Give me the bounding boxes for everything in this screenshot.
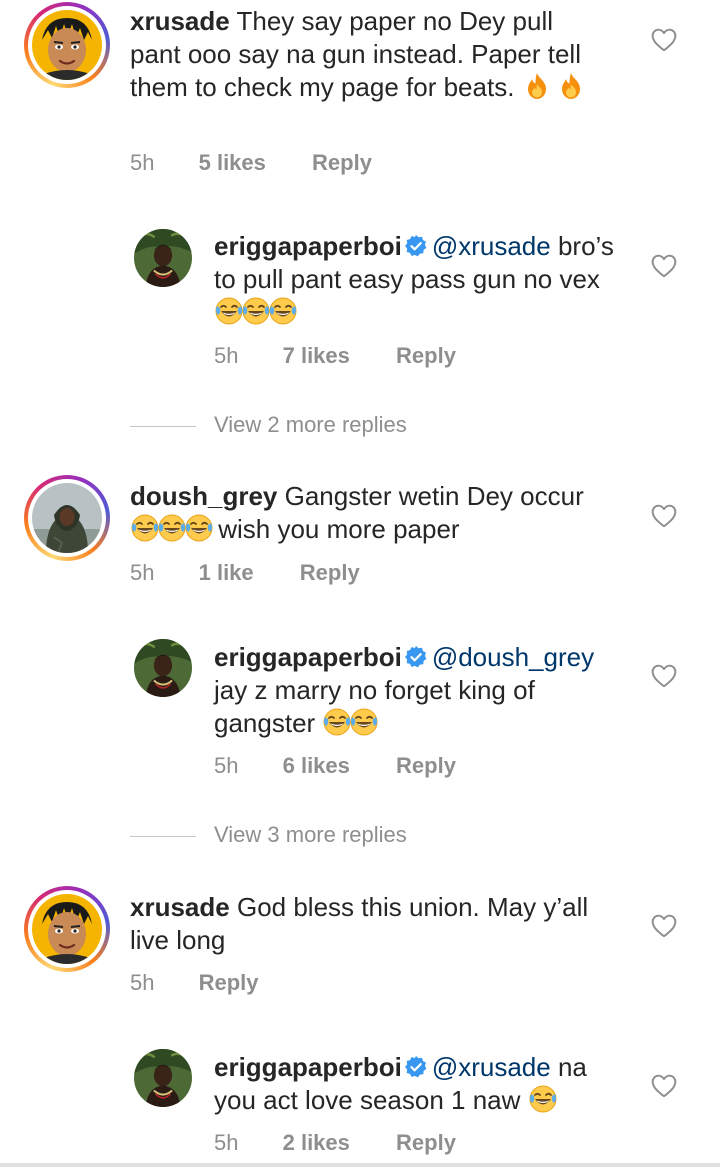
story-ring-avatar[interactable] [24, 886, 110, 972]
reply-time: 5h [214, 1130, 239, 1155]
comment-username[interactable]: xrusade [130, 892, 230, 922]
comment-item: xrusade God bless this union. May y’all … [0, 0, 720, 1163]
reply-username[interactable]: eriggapaperboi [214, 1052, 402, 1082]
tears-of-joy-emoji [528, 1084, 558, 1114]
heart-outline-icon[interactable] [651, 914, 677, 938]
comment-time: 5h [130, 970, 155, 995]
comment-meta: 5h Reply [130, 968, 259, 998]
reply-body: eriggapaperboi @xrusade na you act love s… [214, 1051, 624, 1117]
verified-badge-icon [404, 1055, 428, 1079]
reply-button[interactable]: Reply [199, 968, 259, 998]
heart-outline-icon[interactable] [651, 1074, 677, 1098]
bottom-divider [0, 1163, 720, 1167]
reply-meta: 5h 2 likes Reply [214, 1128, 456, 1158]
comment-body: xrusade God bless this union. May y’all … [130, 891, 610, 957]
reply-likes[interactable]: 2 likes [283, 1128, 350, 1158]
reply-mention[interactable]: @xrusade [432, 1052, 551, 1082]
erigga-avatar-image [134, 1049, 192, 1107]
cartoon-avatar-image [32, 894, 102, 964]
reply-button[interactable]: Reply [396, 1128, 456, 1158]
reply-avatar[interactable] [134, 1049, 192, 1107]
